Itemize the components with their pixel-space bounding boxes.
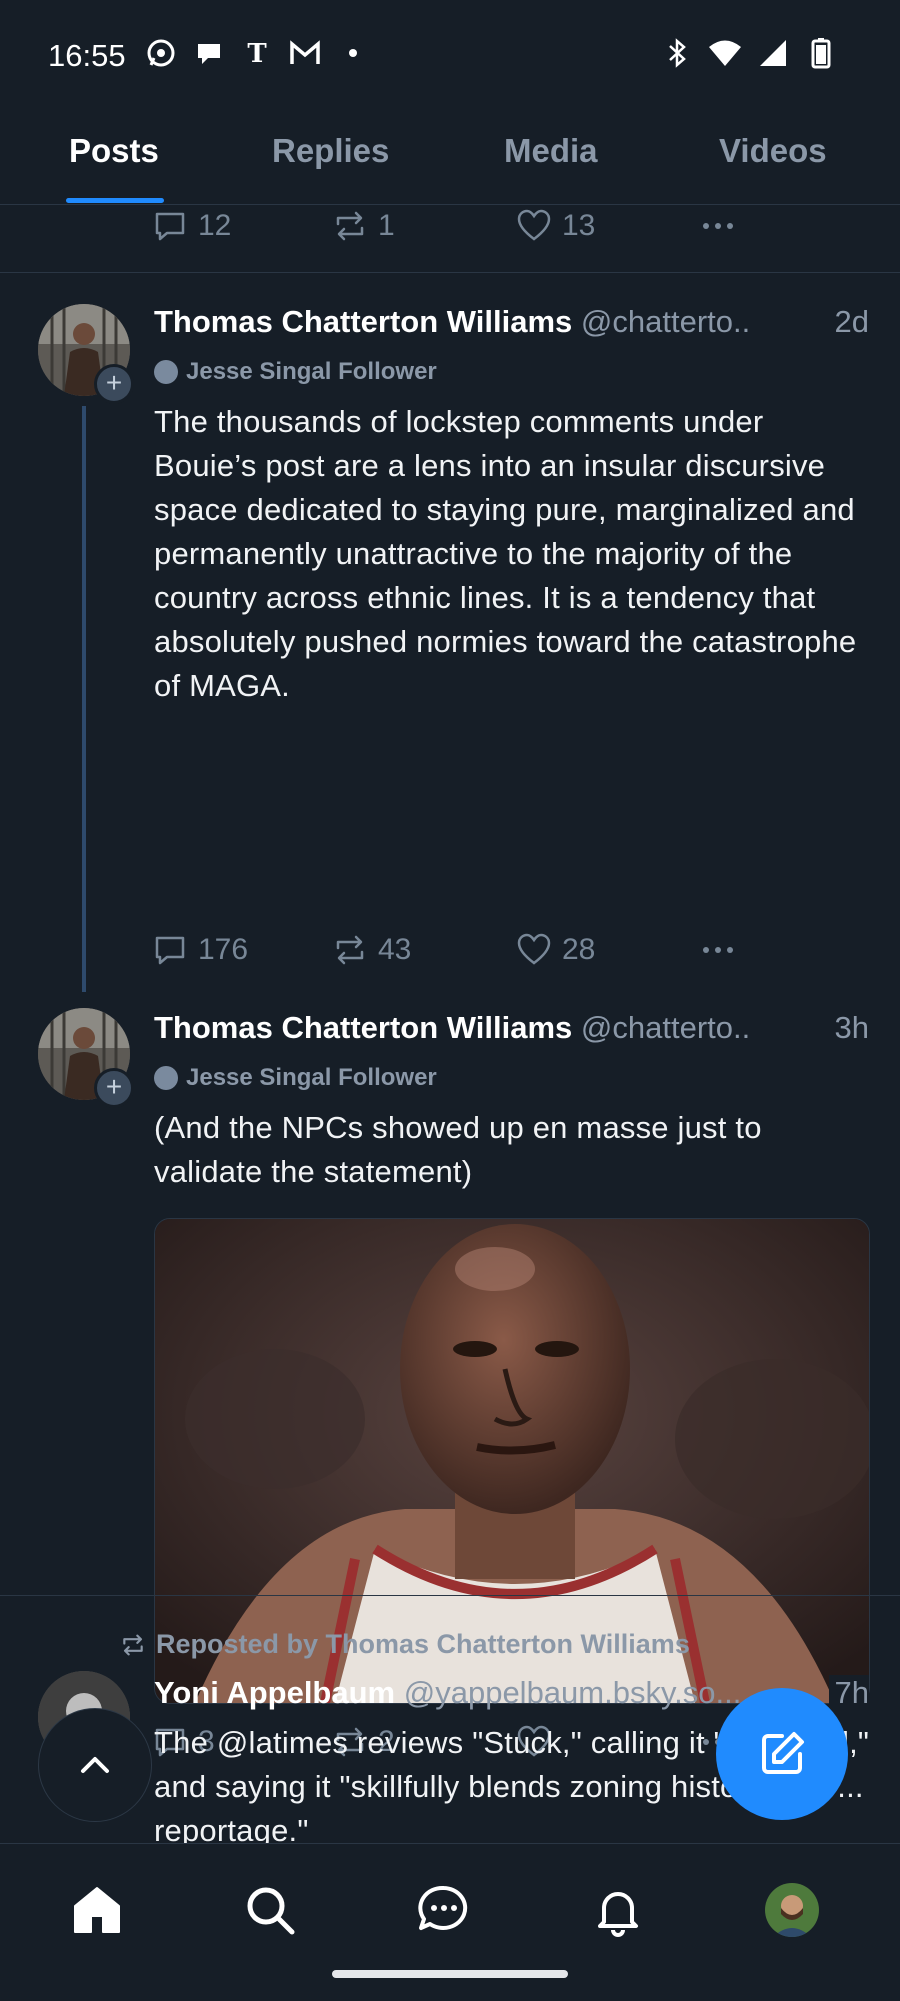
repost-button[interactable]: 43 bbox=[332, 932, 411, 968]
compose-icon bbox=[762, 1732, 804, 1774]
mini-avatar bbox=[154, 360, 178, 384]
gmail-icon bbox=[288, 36, 322, 70]
like-count: 28 bbox=[562, 933, 596, 966]
heart-icon bbox=[517, 933, 551, 965]
author-name[interactable]: Thomas Chatterton Williams bbox=[154, 304, 572, 339]
post-time[interactable]: 2d bbox=[828, 304, 869, 340]
post-text: (And the NPCs showed up en masse just to… bbox=[154, 1110, 762, 1189]
compose-button[interactable] bbox=[716, 1688, 848, 1820]
tab-media[interactable]: Media bbox=[504, 132, 598, 170]
wifi-icon bbox=[708, 36, 742, 70]
chat-bubble-icon bbox=[192, 36, 226, 70]
battery-icon bbox=[804, 36, 838, 70]
like-button[interactable]: 13 bbox=[516, 208, 595, 244]
author-name[interactable]: Thomas Chatterton Williams bbox=[154, 1010, 572, 1045]
reply-button[interactable]: 176 bbox=[152, 932, 248, 968]
heart-icon bbox=[517, 209, 551, 241]
whatsapp-icon bbox=[144, 36, 178, 70]
follower-label: Jesse Singal Follower bbox=[186, 358, 437, 385]
post-actions: 176 43 28 bbox=[152, 928, 852, 972]
post-header: Thomas Chatterton Williams @chatterto.. … bbox=[154, 1010, 869, 1046]
dot-icon bbox=[336, 36, 370, 70]
author-handle[interactable]: @chatterto.. bbox=[581, 1010, 750, 1045]
reply-button[interactable]: 12 bbox=[152, 208, 231, 244]
nyt-icon: T bbox=[240, 36, 274, 70]
repost-count: 1 bbox=[378, 209, 395, 242]
reply-count: 12 bbox=[198, 209, 232, 242]
notification-icons: T bbox=[144, 36, 370, 70]
notifications-icon[interactable] bbox=[588, 1880, 648, 1940]
active-tab-indicator bbox=[66, 198, 164, 203]
reply-count: 176 bbox=[198, 933, 249, 966]
repost-icon bbox=[336, 935, 364, 965]
more-icon bbox=[703, 947, 733, 953]
profile-avatar[interactable] bbox=[762, 1880, 822, 1940]
author-handle[interactable]: @yappelbaum.bsky.so... bbox=[404, 1675, 742, 1710]
messages-icon[interactable] bbox=[414, 1880, 474, 1940]
tab-posts[interactable]: Posts bbox=[69, 132, 159, 170]
post-text: The thousands of lockstep comments under… bbox=[154, 404, 857, 703]
post-time[interactable]: 7h bbox=[828, 1675, 869, 1711]
bluetooth-icon bbox=[660, 36, 694, 70]
search-icon[interactable] bbox=[240, 1880, 300, 1940]
tab-videos[interactable]: Videos bbox=[719, 132, 827, 170]
author-name[interactable]: Yoni Appelbaum bbox=[154, 1675, 395, 1710]
repost-icon bbox=[336, 211, 364, 241]
home-indicator[interactable] bbox=[332, 1970, 568, 1978]
profile-tabs: Posts Replies Media Videos bbox=[0, 118, 900, 205]
feed[interactable]: 12 1 13 + Thomas Chatterton Williams @ch… bbox=[0, 204, 900, 1844]
reply-icon bbox=[155, 212, 185, 241]
post-time[interactable]: 3h bbox=[828, 1010, 869, 1046]
repost-icon bbox=[123, 1634, 143, 1655]
more-button[interactable] bbox=[698, 208, 738, 244]
thread-line bbox=[82, 406, 86, 992]
follower-note: Jesse Singal Follower bbox=[154, 358, 437, 386]
more-button[interactable] bbox=[698, 932, 738, 968]
reply-icon bbox=[155, 936, 185, 965]
more-icon bbox=[703, 223, 733, 229]
post[interactable]: + Thomas Chatterton Williams @chatterto.… bbox=[0, 272, 900, 992]
svg-text:T: T bbox=[247, 39, 267, 68]
scroll-to-top-button[interactable] bbox=[38, 1708, 152, 1822]
mini-avatar bbox=[154, 1066, 178, 1090]
like-button[interactable]: 28 bbox=[516, 932, 595, 968]
like-count: 13 bbox=[562, 209, 596, 242]
status-time: 16:55 bbox=[48, 38, 126, 73]
post-actions: 12 1 13 bbox=[152, 204, 852, 248]
follower-label: Jesse Singal Follower bbox=[186, 1064, 437, 1091]
status-bar: 16:55 T bbox=[0, 0, 900, 110]
system-icons bbox=[660, 36, 838, 70]
tab-replies[interactable]: Replies bbox=[272, 132, 389, 170]
home-icon[interactable] bbox=[67, 1880, 127, 1940]
signal-icon bbox=[756, 36, 790, 70]
author-handle[interactable]: @chatterto.. bbox=[581, 304, 750, 339]
repost-label-text: Reposted by Thomas Chatterton Williams bbox=[156, 1629, 690, 1659]
follower-note: Jesse Singal Follower bbox=[154, 1064, 437, 1092]
chevron-up-icon bbox=[81, 1757, 109, 1773]
repost-label: Reposted by Thomas Chatterton Williams bbox=[120, 1629, 690, 1660]
follow-plus-icon[interactable]: + bbox=[94, 364, 134, 404]
post-header: Thomas Chatterton Williams @chatterto.. … bbox=[154, 304, 869, 340]
repost-button[interactable]: 1 bbox=[332, 208, 395, 244]
repost-count: 43 bbox=[378, 933, 412, 966]
follow-plus-icon[interactable]: + bbox=[94, 1068, 134, 1108]
